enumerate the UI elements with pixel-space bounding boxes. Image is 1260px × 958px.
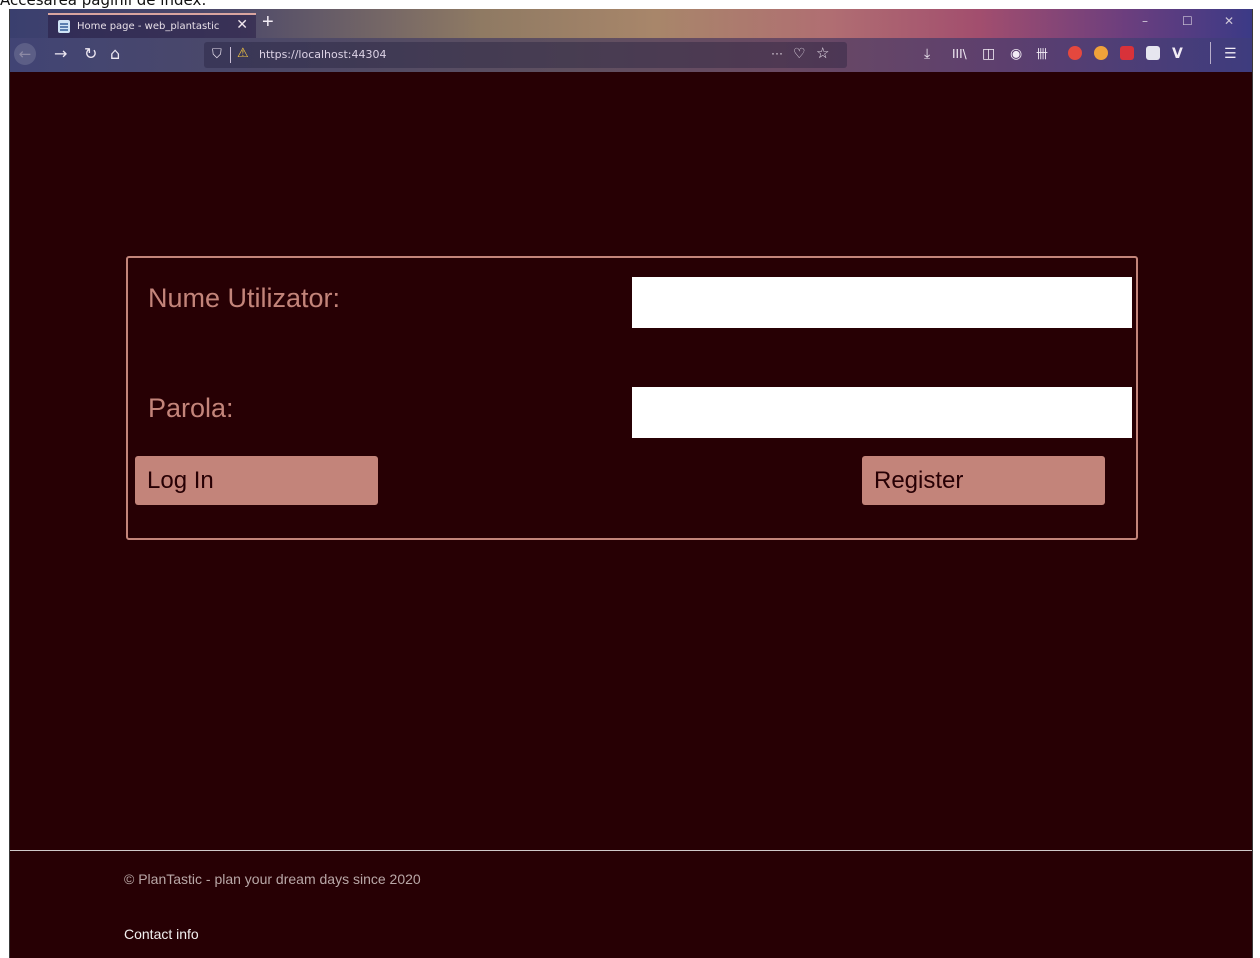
tab-title: Home page - web_plantastic (77, 21, 220, 32)
extension-icon[interactable] (1068, 46, 1082, 60)
pocket-icon[interactable]: ♡ (793, 45, 806, 62)
menu-icon[interactable]: ☰ (1224, 45, 1237, 63)
sidebar-icon[interactable]: ◫ (982, 45, 995, 63)
minimize-icon[interactable]: – (1142, 14, 1148, 28)
url-separator (230, 47, 231, 63)
forward-icon[interactable]: → (54, 44, 67, 64)
copyright-text: © PlanTastic - plan your dream days sinc… (124, 871, 421, 887)
maximize-icon[interactable]: ☐ (1182, 14, 1193, 28)
username-label: Nume Utilizator: (148, 283, 341, 313)
extension-icon[interactable]: 卌 (1036, 45, 1048, 63)
page-actions-icon[interactable]: ··· (771, 46, 783, 60)
account-icon[interactable]: ◉ (1010, 45, 1022, 63)
close-window-icon[interactable]: ✕ (1224, 14, 1234, 28)
extension-icon[interactable] (1146, 46, 1160, 60)
extension-icon[interactable] (1094, 46, 1108, 60)
tab-close-icon[interactable]: ✕ (236, 17, 248, 33)
url-text[interactable]: https://localhost:44304 (259, 48, 387, 61)
login-button[interactable]: Log In (135, 456, 378, 505)
address-bar[interactable]: ⛉ ⚠ https://localhost:44304 ··· ♡ ☆ (204, 42, 847, 68)
browser-tab[interactable]: Home page - web_plantastic ✕ (48, 13, 256, 38)
page-caption: Accesarea paginii de index: (0, 0, 1260, 8)
back-icon[interactable]: ← (14, 43, 36, 65)
insecure-warning-icon[interactable]: ⚠ (237, 45, 249, 61)
page-content: Nume Utilizator: Parola: Log In Register… (10, 72, 1252, 958)
contact-link[interactable]: Contact info (124, 926, 199, 942)
navigation-toolbar: ← → ↻ ⌂ ⛉ ⚠ https://localhost:44304 ··· … (10, 38, 1252, 72)
bookmark-star-icon[interactable]: ☆ (816, 44, 829, 62)
browser-window: Home page - web_plantastic ✕ + – ☐ ✕ ← →… (9, 9, 1253, 958)
login-form: Nume Utilizator: Parola: Log In Register (126, 256, 1138, 540)
toolbar-separator (1210, 42, 1211, 64)
extension-icon[interactable] (1120, 46, 1134, 60)
vivaldi-icon[interactable]: V (1172, 45, 1183, 63)
home-icon[interactable]: ⌂ (110, 44, 120, 64)
page-favicon-icon (58, 20, 70, 33)
register-button[interactable]: Register (862, 456, 1105, 505)
new-tab-icon[interactable]: + (262, 11, 274, 33)
password-label: Parola: (148, 393, 234, 423)
title-bar: Home page - web_plantastic ✕ + – ☐ ✕ (10, 9, 1252, 38)
download-icon[interactable]: ⤓ (924, 45, 930, 63)
footer: © PlanTastic - plan your dream days sinc… (10, 850, 1252, 958)
library-icon[interactable]: III\ (952, 45, 967, 63)
tracking-shield-icon[interactable]: ⛉ (212, 46, 222, 62)
password-input[interactable] (632, 387, 1132, 438)
reload-icon[interactable]: ↻ (84, 44, 97, 64)
username-input[interactable] (632, 277, 1132, 328)
